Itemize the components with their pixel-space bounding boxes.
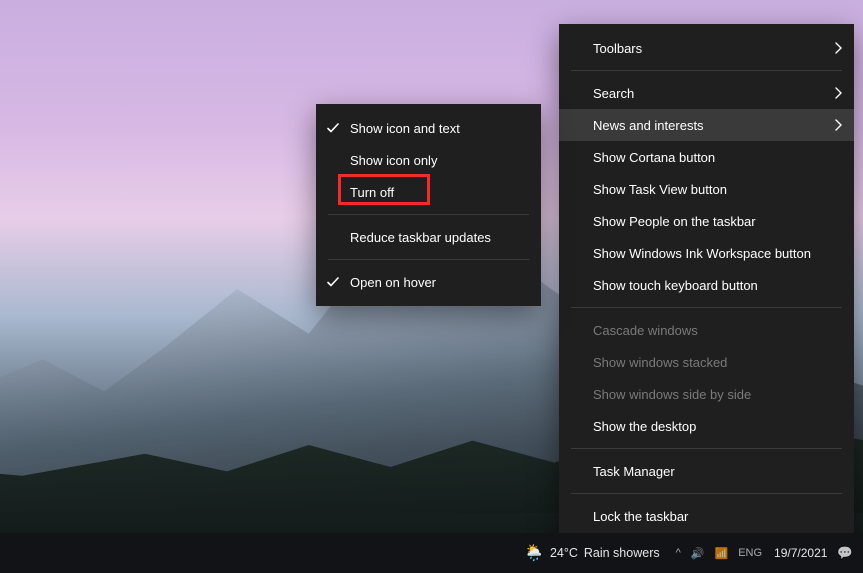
menu-item-label: Open on hover	[350, 275, 436, 290]
tray-volume-icon[interactable]: 🔊	[689, 547, 707, 560]
menu-item-label: Cascade windows	[593, 323, 698, 338]
taskbar-context-menu: Toolbars Search News and interests Show Cor…	[559, 24, 854, 572]
menu-item-label: Show touch keyboard button	[593, 278, 758, 293]
news-interests-submenu: Show icon and text Show icon only Turn off…	[316, 104, 541, 306]
menu-separator	[571, 493, 842, 494]
main-menu-item-news-and-interests[interactable]: News and interests	[559, 109, 854, 141]
taskbar-notification-icon[interactable]: 💬	[837, 546, 853, 561]
main-menu-item-show-cortana-button[interactable]: Show Cortana button	[559, 141, 854, 173]
menu-item-label: Show icon and text	[350, 121, 460, 136]
menu-item-label: Reduce taskbar updates	[350, 230, 491, 245]
main-menu-item-toolbars[interactable]: Toolbars	[559, 32, 854, 64]
menu-separator	[571, 70, 842, 71]
menu-item-label: Show Windows Ink Workspace button	[593, 246, 811, 261]
tray-lang-indicator[interactable]: ENG	[736, 547, 764, 559]
main-menu-item-show-windows-ink-workspace-button[interactable]: Show Windows Ink Workspace button	[559, 237, 854, 269]
main-menu-item-show-people-on-the-taskbar[interactable]: Show People on the taskbar	[559, 205, 854, 237]
check-icon	[326, 275, 340, 289]
main-menu-item-search[interactable]: Search	[559, 77, 854, 109]
menu-separator	[328, 259, 529, 260]
check-icon	[326, 121, 340, 135]
chevron-right-icon	[834, 42, 842, 54]
taskbar-weather-widget[interactable]: 🌦️ 24°C Rain showers	[524, 543, 660, 563]
taskbar-date[interactable]: 19/7/2021	[774, 546, 827, 560]
menu-item-label: Show icon only	[350, 153, 437, 168]
menu-separator	[571, 307, 842, 308]
menu-item-label: Search	[593, 86, 634, 101]
main-menu-item-show-task-view-button[interactable]: Show Task View button	[559, 173, 854, 205]
main-menu-item-show-the-desktop[interactable]: Show the desktop	[559, 410, 854, 442]
sub-menu-item-show-icon-only[interactable]: Show icon only	[316, 144, 541, 176]
menu-item-label: Show Task View button	[593, 182, 727, 197]
menu-item-label: Show People on the taskbar	[593, 214, 756, 229]
menu-item-label: Task Manager	[593, 464, 675, 479]
main-menu-item-lock-the-taskbar[interactable]: Lock the taskbar	[559, 500, 854, 532]
main-menu-item-show-touch-keyboard-button[interactable]: Show touch keyboard button	[559, 269, 854, 301]
main-menu-item-show-windows-side-by-side: Show windows side by side	[559, 378, 854, 410]
taskbar-tray[interactable]: ^ 🔊 📶 ENG	[674, 547, 764, 560]
sub-menu-item-open-on-hover[interactable]: Open on hover	[316, 266, 541, 298]
tray-chevron-up-icon[interactable]: ^	[674, 547, 683, 559]
weather-icon: 🌦️	[524, 543, 544, 563]
menu-item-label: Show windows side by side	[593, 387, 751, 402]
menu-item-label: Lock the taskbar	[593, 509, 688, 524]
sub-menu-item-show-icon-and-text[interactable]: Show icon and text	[316, 112, 541, 144]
menu-item-label: Turn off	[350, 185, 394, 200]
sub-menu-item-reduce-taskbar-updates[interactable]: Reduce taskbar updates	[316, 221, 541, 253]
chevron-right-icon	[834, 119, 842, 131]
tray-network-icon[interactable]: 📶	[712, 547, 730, 560]
menu-item-label: Toolbars	[593, 41, 642, 56]
main-menu-item-cascade-windows: Cascade windows	[559, 314, 854, 346]
sub-menu-item-turn-off[interactable]: Turn off	[316, 176, 541, 208]
menu-item-label: Show the desktop	[593, 419, 696, 434]
main-menu-item-task-manager[interactable]: Task Manager	[559, 455, 854, 487]
weather-desc: Rain showers	[584, 546, 660, 560]
menu-item-label: Show windows stacked	[593, 355, 727, 370]
chevron-right-icon	[834, 87, 842, 99]
weather-temp: 24°C	[550, 546, 578, 560]
menu-separator	[328, 214, 529, 215]
menu-item-label: Show Cortana button	[593, 150, 715, 165]
taskbar[interactable]: 🌦️ 24°C Rain showers ^ 🔊 📶 ENG 19/7/2021…	[0, 533, 863, 573]
main-menu-item-show-windows-stacked: Show windows stacked	[559, 346, 854, 378]
menu-separator	[571, 448, 842, 449]
menu-item-label: News and interests	[593, 118, 704, 133]
